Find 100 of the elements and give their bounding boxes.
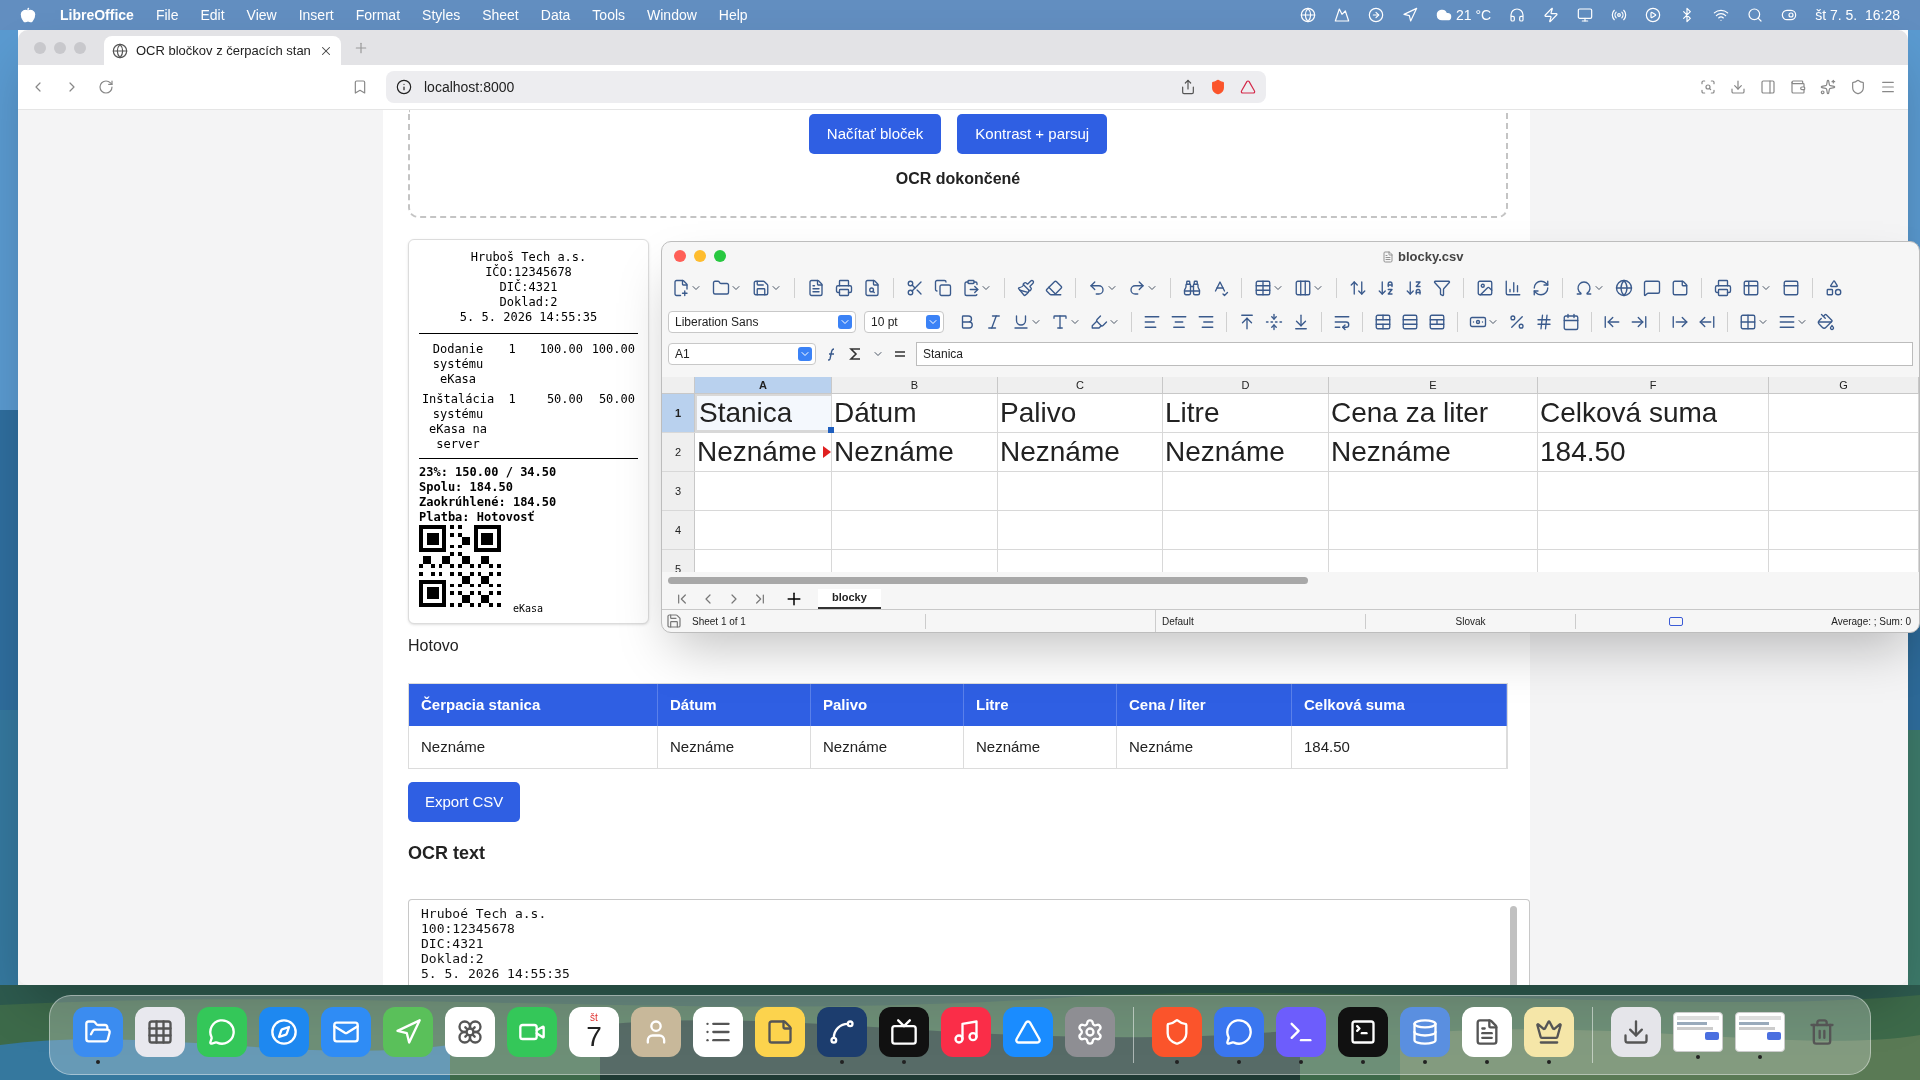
prompt-icon[interactable]: [1276, 1006, 1326, 1057]
sort-icon[interactable]: [1349, 278, 1367, 297]
sheet-cell[interactable]: Litre: [1163, 394, 1329, 432]
filter-icon[interactable]: [1433, 278, 1451, 297]
note-icon[interactable]: [1671, 278, 1689, 297]
speech-bubble-icon[interactable]: [197, 1006, 247, 1057]
printer-icon[interactable]: [835, 278, 853, 297]
column-header[interactable]: F: [1538, 377, 1769, 393]
merge-center-icon[interactable]: [1401, 313, 1419, 331]
window-thumbnail-icon[interactable]: [1673, 1011, 1723, 1052]
sheet-cell[interactable]: Celková suma: [1538, 394, 1769, 432]
shield-icon[interactable]: [1152, 1006, 1202, 1057]
document-icon[interactable]: [1462, 1006, 1512, 1057]
name-box[interactable]: A1: [668, 342, 816, 365]
column-header[interactable]: B: [832, 377, 998, 393]
columns-icon[interactable]: [1294, 278, 1312, 297]
sidebar-icon[interactable]: [1760, 79, 1776, 95]
column-header[interactable]: A: [695, 377, 832, 393]
shapes-icon[interactable]: [1825, 278, 1843, 297]
header-row-icon[interactable]: [1782, 278, 1800, 297]
omega-icon[interactable]: [1575, 278, 1593, 297]
cloud-icon[interactable]: [1436, 7, 1452, 23]
paste-icon[interactable]: [962, 278, 980, 297]
column-header[interactable]: C: [998, 377, 1163, 393]
sheet-cell[interactable]: Palivo: [998, 394, 1163, 432]
menu-icon[interactable]: [1880, 79, 1896, 95]
arrow-circle-icon[interactable]: [1368, 7, 1384, 23]
shield-icon[interactable]: [1850, 79, 1866, 95]
border-color-icon[interactable]: [1817, 313, 1835, 331]
music-note-icon[interactable]: [941, 1006, 991, 1057]
pivot-table-icon[interactable]: [1532, 278, 1550, 297]
column-header[interactable]: E: [1329, 377, 1538, 393]
print-preview-icon[interactable]: [863, 278, 881, 297]
align-top-icon[interactable]: [1238, 313, 1256, 331]
hyperlink-icon[interactable]: [1615, 278, 1633, 297]
globe-icon[interactable]: [112, 42, 128, 59]
outdent-icon[interactable]: [1698, 313, 1716, 331]
compass-icon[interactable]: [259, 1006, 309, 1057]
bookmark-icon[interactable]: [352, 79, 368, 95]
terminal-icon[interactable]: [1338, 1006, 1388, 1057]
sort-ascending-icon[interactable]: [1377, 278, 1395, 297]
indent-icon[interactable]: [1671, 313, 1689, 331]
flower-icon[interactable]: [445, 1006, 495, 1057]
sheet-cell[interactable]: Stanica: [695, 394, 832, 432]
new-document-icon[interactable]: [672, 278, 690, 297]
apple-icon[interactable]: [20, 7, 36, 23]
close-window-button[interactable]: [674, 249, 686, 262]
percent-icon[interactable]: [1508, 313, 1526, 331]
date-format-icon[interactable]: [1562, 313, 1580, 331]
undo-icon[interactable]: [1088, 278, 1106, 297]
row-header[interactable]: 2: [662, 433, 695, 471]
column-header[interactable]: D: [1163, 377, 1329, 393]
ocr-text-field[interactable]: Hruboé Tech a.s. 100:12345678 DIC:4321 Doklad:2 5. 5. 2026 14:55:35: [408, 899, 1530, 985]
play-icon[interactable]: [1645, 7, 1662, 23]
align-left-icon[interactable]: [1143, 313, 1161, 331]
wallet-icon[interactable]: [1790, 79, 1806, 95]
wifi-icon[interactable]: [1713, 7, 1730, 23]
info-icon[interactable]: [396, 79, 412, 95]
tv-icon[interactable]: [879, 1006, 929, 1057]
align-center-icon[interactable]: [1170, 313, 1188, 331]
paintbrush-icon[interactable]: [1017, 278, 1035, 297]
sheet-cell[interactable]: Neznáme: [695, 433, 832, 471]
sheet-cell[interactable]: 184.50: [1538, 433, 1769, 471]
calendar-icon[interactable]: št 7: [569, 1006, 619, 1057]
mountain-icon[interactable]: [1334, 7, 1350, 23]
reload-icon[interactable]: [98, 79, 114, 95]
row-header[interactable]: 5: [662, 550, 695, 572]
curve-icon[interactable]: [817, 1006, 867, 1057]
underline-icon[interactable]: [1012, 313, 1030, 331]
export-csv-button[interactable]: Export CSV: [408, 782, 521, 822]
sheet-cell[interactable]: Neznáme: [1163, 433, 1329, 471]
search-icon[interactable]: [1747, 7, 1764, 23]
split-cells-icon[interactable]: [1428, 313, 1446, 331]
redo-icon[interactable]: [1128, 278, 1146, 297]
row-header[interactable]: 3: [662, 472, 695, 510]
comment-icon[interactable]: [1643, 278, 1661, 297]
row-header[interactable]: 1: [662, 394, 695, 432]
envelope-icon[interactable]: [321, 1006, 371, 1057]
eraser-icon[interactable]: [1045, 278, 1063, 297]
notepad-icon[interactable]: [755, 1006, 805, 1057]
address-bar[interactable]: localhost:8000: [386, 71, 1266, 103]
border-style-icon[interactable]: [1778, 313, 1796, 331]
freeze-icon[interactable]: [1742, 278, 1760, 297]
sheet-cell[interactable]: Dátum: [832, 394, 998, 432]
folder-icon[interactable]: [73, 1006, 123, 1057]
save-icon[interactable]: [752, 278, 770, 297]
horizontal-scrollbar[interactable]: [668, 576, 1308, 584]
align-right-icon[interactable]: [1197, 313, 1215, 331]
download-icon[interactable]: [1730, 79, 1746, 95]
headphones-icon[interactable]: [1509, 7, 1526, 23]
number-format-icon[interactable]: [1535, 313, 1553, 331]
cylinder-icon[interactable]: [1400, 1006, 1450, 1057]
binoculars-icon[interactable]: [1183, 278, 1201, 297]
font-color-icon[interactable]: [1051, 313, 1069, 331]
add-decimal-icon[interactable]: [1603, 313, 1621, 331]
sheet-cell[interactable]: Neznáme: [832, 433, 998, 471]
bar-chart-icon[interactable]: [1504, 278, 1522, 297]
font-name-field[interactable]: Liberation Sans: [668, 311, 856, 333]
triangle-icon[interactable]: [1240, 79, 1256, 95]
pdf-icon[interactable]: [807, 278, 825, 297]
